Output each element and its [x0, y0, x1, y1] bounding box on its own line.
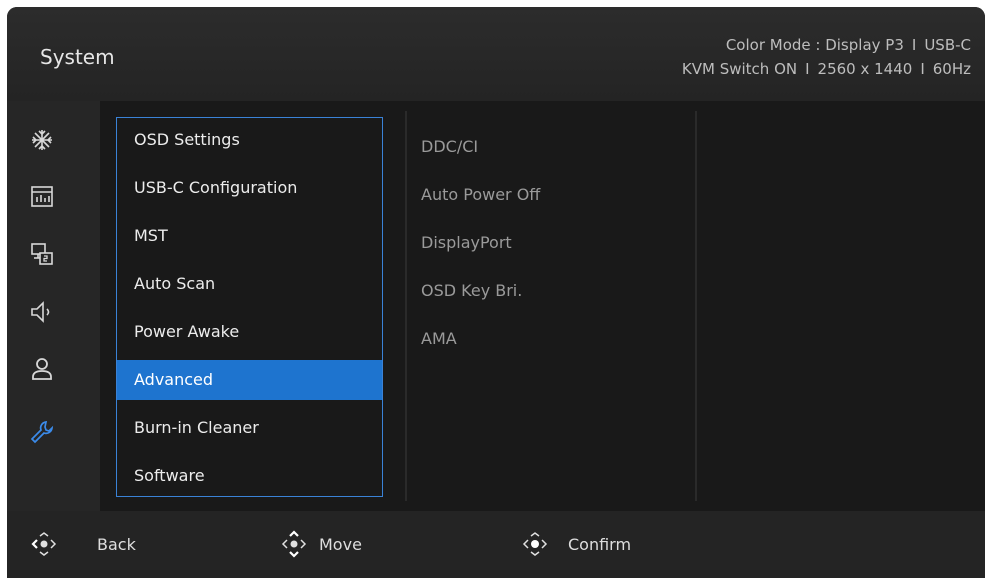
wrench-icon[interactable] [29, 419, 55, 445]
option-ddc-ci[interactable]: DDC/CI [421, 137, 478, 156]
osd-header: System Color Mode : Display P3 I USB-C KVM… [7, 7, 985, 101]
refresh-status: 60Hz [932, 60, 971, 78]
status-line-2: KVM Switch ON I 2560 x 1440 I 60Hz [682, 57, 971, 81]
submenu-list: OSD Settings USB-C Configuration MST Aut… [116, 117, 383, 497]
joystick-left-icon [31, 532, 57, 556]
status-line-1: Color Mode : Display P3 I USB-C [682, 33, 971, 57]
osd-window: System Color Mode : Display P3 I USB-C KVM… [7, 7, 985, 578]
resolution-status: 2560 x 1440 [817, 60, 913, 78]
option-osd-key-bri[interactable]: OSD Key Bri. [421, 281, 522, 300]
menu-item-burn-in-cleaner[interactable]: Burn-in Cleaner [117, 408, 382, 448]
separator: I [920, 60, 925, 78]
column-divider [405, 111, 407, 501]
back-label: Back [97, 535, 136, 554]
kvm-status: KVM Switch ON [681, 60, 798, 78]
main-menu-icons [7, 101, 100, 511]
separator: I [911, 36, 917, 54]
column-divider [695, 111, 697, 501]
input-status: USB-C [924, 36, 971, 54]
option-ama[interactable]: AMA [421, 329, 457, 348]
move-label: Move [319, 535, 362, 554]
joystick-updown-icon [281, 530, 307, 558]
menu-item-usb-c-configuration[interactable]: USB-C Configuration [117, 168, 382, 208]
sparkle-icon[interactable] [29, 127, 55, 153]
separator: I [805, 60, 810, 78]
menu-item-mst[interactable]: MST [117, 216, 382, 256]
menu-item-auto-scan[interactable]: Auto Scan [117, 264, 382, 304]
menu-item-advanced[interactable]: Advanced [117, 360, 382, 400]
option-displayport[interactable]: DisplayPort [421, 233, 512, 252]
chart-icon[interactable] [29, 183, 55, 209]
speaker-icon[interactable] [29, 299, 55, 325]
status-info: Color Mode : Display P3 I USB-C KVM Switch… [682, 33, 971, 81]
confirm-label: Confirm [568, 535, 632, 554]
menu-item-osd-settings[interactable]: OSD Settings [117, 120, 382, 160]
menu-item-software[interactable]: Software [117, 456, 382, 496]
page-title: System [40, 45, 115, 69]
color-mode-status: Color Mode : Display P3 [725, 36, 904, 54]
control-hints-bar: Back Move Confirm [7, 511, 985, 578]
user-icon[interactable] [29, 356, 55, 382]
option-auto-power-off[interactable]: Auto Power Off [421, 185, 540, 204]
joystick-press-icon [522, 532, 548, 556]
menu-item-power-awake[interactable]: Power Awake [117, 312, 382, 352]
content-area: OSD Settings USB-C Configuration MST Aut… [100, 101, 985, 511]
display-input-icon[interactable] [29, 241, 55, 267]
